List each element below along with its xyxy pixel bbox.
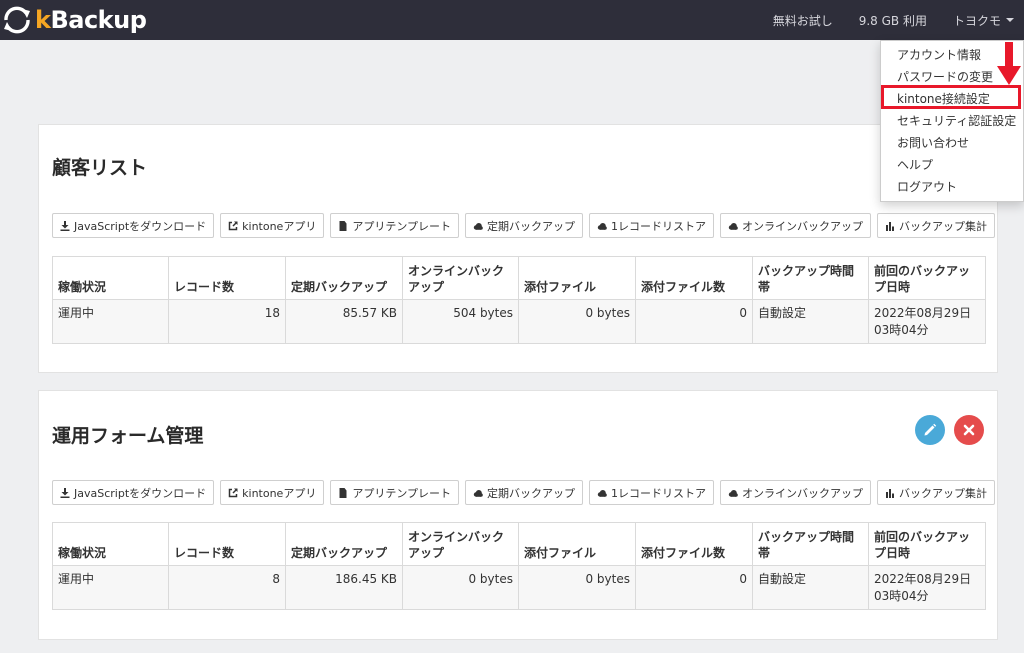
attachment-count-cell: 0	[635, 565, 753, 610]
app-toolbar: JavaScriptをダウンロード kintoneアプリ アプリテンプレート 定…	[52, 213, 1001, 238]
backup-summary-button[interactable]: バックアップ集計	[877, 480, 995, 505]
app-panel-operation-form: 運用フォーム管理 JavaScriptをダウンロード kintoneアプリ アプ…	[38, 390, 998, 640]
edit-button[interactable]	[915, 415, 945, 445]
app-template-button[interactable]: アプリテンプレート	[330, 480, 459, 505]
attachments-cell: 0 bytes	[518, 565, 636, 610]
top-navbar: kBackup 無料お試し 9.8 GB 利用 トヨクモ	[0, 0, 1024, 40]
menu-item-security-auth[interactable]: セキュリティ認証設定	[881, 110, 1023, 132]
external-link-icon	[228, 487, 238, 497]
column-header: レコード数	[168, 256, 286, 300]
menu-item-contact[interactable]: お問い合わせ	[881, 132, 1023, 154]
last-backup-cell: 2022年08月29日 03時04分	[868, 299, 986, 344]
cloud-icon	[473, 489, 483, 497]
column-header: オンラインバックアップ	[402, 256, 519, 300]
scheduled-backup-cell: 85.57 KB	[285, 299, 403, 344]
close-icon	[963, 424, 975, 436]
sync-logo-icon	[4, 6, 30, 34]
menu-item-help[interactable]: ヘルプ	[881, 154, 1023, 176]
column-header: レコード数	[168, 522, 286, 566]
scheduled-backup-button[interactable]: 定期バックアップ	[465, 213, 583, 238]
backup-time-cell: 自動設定	[752, 299, 869, 344]
kintone-app-button[interactable]: kintoneアプリ	[220, 480, 325, 505]
download-icon	[60, 220, 70, 231]
cloud-icon	[473, 222, 483, 230]
column-header: 添付ファイル数	[635, 522, 753, 566]
online-backup-button[interactable]: オンラインバックアップ	[720, 213, 871, 238]
app-template-button[interactable]: アプリテンプレート	[330, 213, 459, 238]
attachments-cell: 0 bytes	[518, 299, 636, 344]
table-row: 運用中 8 186.45 KB 0 bytes 0 bytes 0 自動設定 2…	[52, 565, 986, 610]
column-header: 前回のバックアップ日時	[868, 256, 986, 300]
kbackup-logo[interactable]: kBackup	[0, 3, 147, 37]
pencil-icon	[924, 423, 937, 436]
column-header: 添付ファイル	[518, 522, 636, 566]
storage-usage: 9.8 GB 利用	[858, 13, 927, 28]
backup-summary-button[interactable]: バックアップ集計	[877, 213, 995, 238]
bar-chart-icon	[886, 488, 894, 498]
user-name: トヨクモ	[952, 13, 1001, 28]
menu-item-logout[interactable]: ログアウト	[881, 176, 1023, 198]
record-count-cell: 8	[168, 565, 286, 610]
external-link-icon	[228, 220, 238, 230]
column-header: 前回のバックアップ日時	[868, 522, 986, 566]
download-js-button[interactable]: JavaScriptをダウンロード	[52, 213, 215, 238]
backup-status-table: 稼働状況 レコード数 定期バックアップ オンラインバックアップ 添付ファイル 添…	[52, 522, 986, 610]
table-header-row: 稼働状況 レコード数 定期バックアップ オンラインバックアップ 添付ファイル 添…	[52, 522, 986, 566]
column-header: バックアップ時間帯	[752, 522, 869, 566]
red-arrow-annotation	[997, 42, 1021, 85]
last-backup-cell: 2022年08月29日 03時04分	[868, 565, 986, 610]
file-icon	[339, 220, 347, 231]
column-header: 定期バックアップ	[285, 256, 403, 300]
attachment-count-cell: 0	[635, 299, 753, 344]
online-backup-button[interactable]: オンラインバックアップ	[720, 480, 871, 505]
download-icon	[60, 487, 70, 498]
column-header: 稼働状況	[52, 522, 169, 566]
scheduled-backup-button[interactable]: 定期バックアップ	[465, 480, 583, 505]
logo-wordmark: kBackup	[35, 6, 147, 34]
app-toolbar: JavaScriptをダウンロード kintoneアプリ アプリテンプレート 定…	[52, 480, 1001, 505]
status-cell: 運用中	[52, 299, 169, 344]
column-header: バックアップ時間帯	[752, 256, 869, 300]
column-header: 稼働状況	[52, 256, 169, 300]
online-backup-cell: 504 bytes	[402, 299, 519, 344]
cloud-icon	[728, 222, 738, 230]
one-record-restore-button[interactable]: 1レコードリストア	[589, 213, 714, 238]
delete-button[interactable]	[954, 415, 984, 445]
one-record-restore-button[interactable]: 1レコードリストア	[589, 480, 714, 505]
column-header: 添付ファイル	[518, 256, 636, 300]
column-header: 定期バックアップ	[285, 522, 403, 566]
column-header: 添付ファイル数	[635, 256, 753, 300]
cloud-icon	[597, 489, 607, 497]
app-title: 顧客リスト	[52, 157, 148, 179]
table-row: 運用中 18 85.57 KB 504 bytes 0 bytes 0 自動設定…	[52, 299, 986, 344]
app-title: 運用フォーム管理	[52, 425, 204, 447]
kintone-app-button[interactable]: kintoneアプリ	[220, 213, 325, 238]
bar-chart-icon	[886, 221, 894, 231]
scheduled-backup-cell: 186.45 KB	[285, 565, 403, 610]
free-trial-link[interactable]: 無料お試し	[773, 12, 833, 29]
cloud-icon	[597, 222, 607, 230]
online-backup-cell: 0 bytes	[402, 565, 519, 610]
app-panel-customer-list: 顧客リスト JavaScriptをダウンロード kintoneアプリ アプリテン…	[38, 124, 998, 373]
file-icon	[339, 487, 347, 498]
table-header-row: 稼働状況 レコード数 定期バックアップ オンラインバックアップ 添付ファイル 添…	[52, 256, 986, 300]
highlight-box	[881, 85, 1021, 109]
user-menu-toggle[interactable]: トヨクモ	[953, 12, 1014, 29]
status-cell: 運用中	[52, 565, 169, 610]
record-count-cell: 18	[168, 299, 286, 344]
cloud-icon	[728, 489, 738, 497]
backup-status-table: 稼働状況 レコード数 定期バックアップ オンラインバックアップ 添付ファイル 添…	[52, 256, 986, 344]
column-header: オンラインバックアップ	[402, 522, 519, 566]
backup-time-cell: 自動設定	[752, 565, 869, 610]
caret-down-icon	[1006, 18, 1014, 22]
download-js-button[interactable]: JavaScriptをダウンロード	[52, 480, 215, 505]
